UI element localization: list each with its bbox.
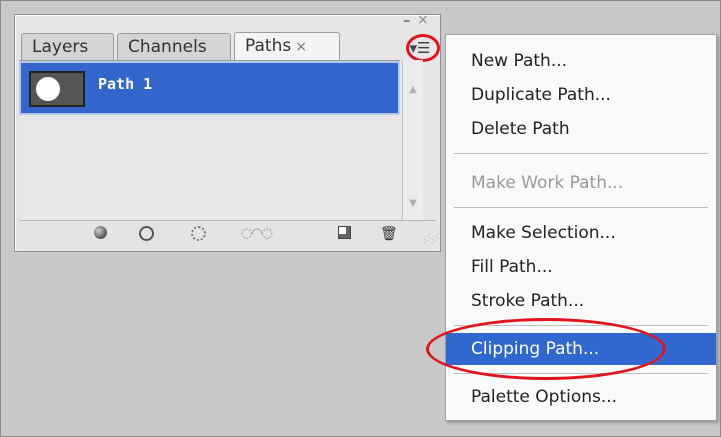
- close-palette-button[interactable]: ×: [417, 13, 429, 27]
- paths-palette: – × Layers Channels Paths × ▾☰ Path 1 ▲ ▼…: [14, 13, 441, 252]
- scroll-up-arrow-icon[interactable]: ▲: [404, 82, 422, 98]
- menu-separator: [454, 207, 708, 209]
- annotation-circle-menu-button: [406, 34, 440, 62]
- menu-separator: [454, 153, 708, 155]
- fill-path-icon[interactable]: [94, 226, 110, 242]
- palette-footer: ◌◠◌ 🗑 ⋰⋰ ⋰⋰: [19, 220, 439, 249]
- tab-close-icon[interactable]: ×: [295, 39, 307, 55]
- resize-grip-icon[interactable]: ⋰⋰ ⋰⋰: [423, 233, 439, 245]
- path-row[interactable]: Path 1: [19, 61, 400, 115]
- tab-paths[interactable]: Paths ×: [234, 32, 340, 61]
- menu-item-fill-path[interactable]: Fill Path...: [446, 251, 716, 283]
- menu-item-stroke-path[interactable]: Stroke Path...: [446, 285, 716, 317]
- annotation-oval-clipping-path: [426, 318, 666, 380]
- scroll-down-arrow-icon[interactable]: ▼: [404, 196, 422, 212]
- tab-paths-label: Paths: [245, 36, 292, 56]
- make-work-path-icon[interactable]: ◌◠◌: [241, 226, 273, 242]
- path-name: Path 1: [98, 75, 153, 93]
- delete-path-icon[interactable]: 🗑: [380, 226, 398, 242]
- stroke-path-icon[interactable]: [139, 226, 155, 242]
- paths-list: Path 1: [19, 60, 400, 234]
- menu-item-new-path[interactable]: New Path...: [446, 45, 716, 77]
- menu-item-palette-options[interactable]: Palette Options...: [446, 381, 716, 413]
- menu-item-delete-path[interactable]: Delete Path: [446, 113, 716, 145]
- menu-item-duplicate-path[interactable]: Duplicate Path...: [446, 79, 716, 111]
- paths-list-scrollbar[interactable]: ▲ ▼: [402, 60, 423, 233]
- menu-item-make-selection[interactable]: Make Selection...: [446, 217, 716, 249]
- tab-channels[interactable]: Channels: [117, 33, 231, 61]
- minimize-button[interactable]: –: [403, 13, 411, 28]
- tab-channels-label: Channels: [128, 37, 207, 57]
- menu-item-make-work-path: Make Work Path...: [471, 173, 624, 193]
- tab-layers-label: Layers: [32, 37, 89, 57]
- new-path-icon[interactable]: [338, 226, 354, 242]
- tab-layers[interactable]: Layers: [21, 33, 114, 61]
- load-selection-icon[interactable]: [191, 226, 207, 242]
- path-thumbnail: [29, 71, 85, 107]
